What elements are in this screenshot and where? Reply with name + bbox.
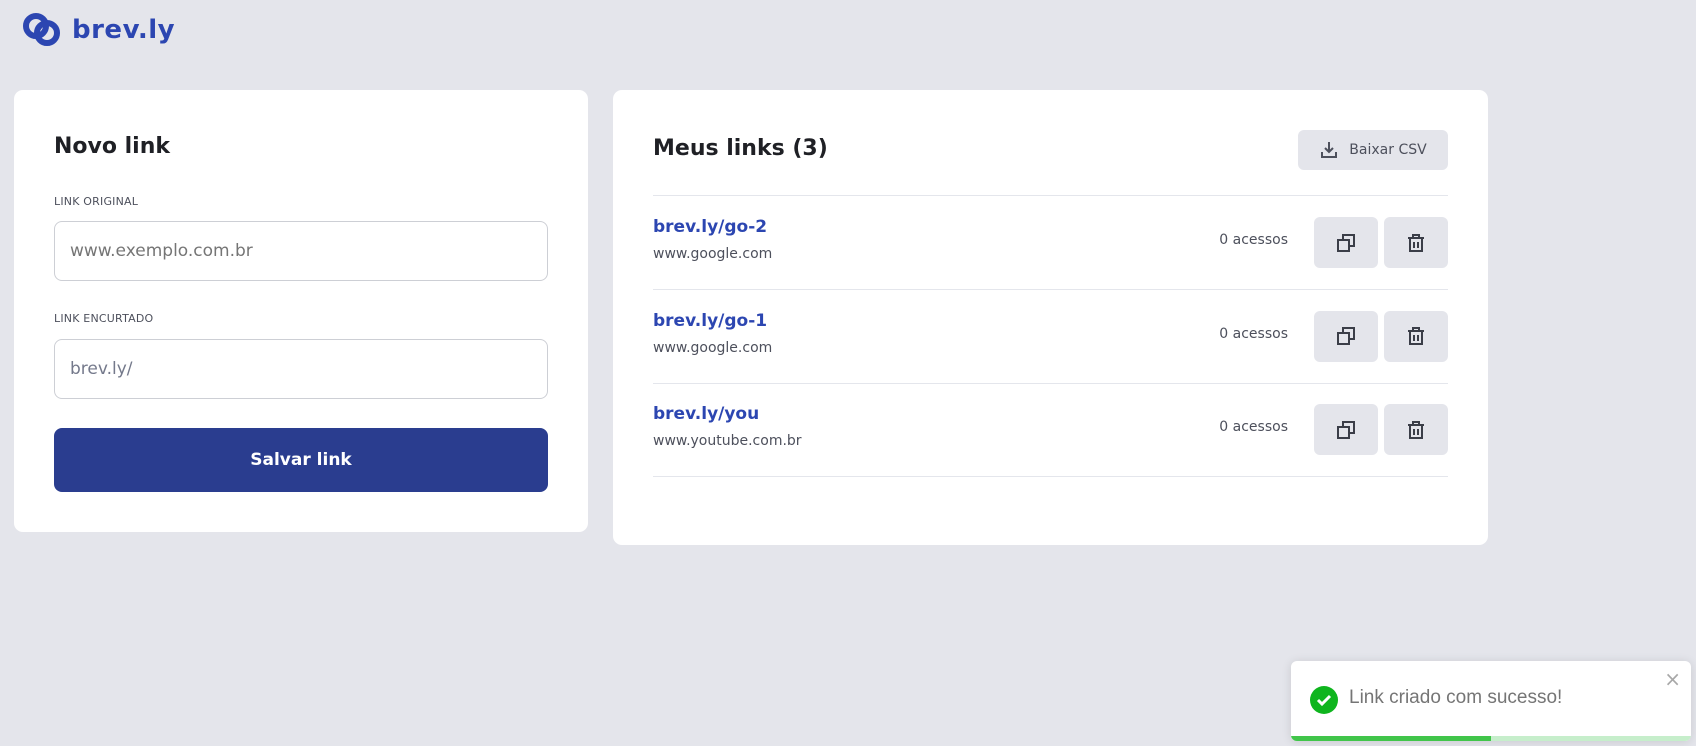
link-row: brev.ly/go-1 www.google.com 0 acessos bbox=[653, 290, 1448, 383]
brand-name: brev.ly bbox=[72, 15, 176, 45]
copy-button[interactable] bbox=[1314, 310, 1378, 362]
new-link-title: Novo link bbox=[54, 134, 171, 159]
success-toast: Link criado com sucesso! × bbox=[1291, 661, 1691, 741]
download-csv-label: Baixar CSV bbox=[1349, 142, 1427, 158]
trash-icon bbox=[1408, 327, 1424, 345]
trash-icon bbox=[1408, 233, 1424, 252]
divider bbox=[653, 476, 1448, 477]
access-count: 0 acessos bbox=[1219, 325, 1288, 342]
short-link-prefix: brev.ly/ bbox=[70, 359, 133, 379]
short-link[interactable]: brev.ly/go-1 bbox=[653, 311, 767, 331]
save-link-button[interactable]: Salvar link bbox=[54, 428, 548, 492]
check-circle-icon bbox=[1310, 686, 1338, 714]
copy-button[interactable] bbox=[1314, 404, 1378, 455]
short-link[interactable]: brev.ly/you bbox=[653, 404, 759, 424]
link-row: brev.ly/go-2 www.google.com 0 acessos bbox=[653, 196, 1448, 289]
download-icon bbox=[1321, 142, 1338, 158]
delete-button[interactable] bbox=[1384, 310, 1448, 362]
original-url: www.youtube.com.br bbox=[653, 433, 802, 449]
logo-icon bbox=[23, 13, 60, 46]
new-link-card: Novo link LINK ORIGINAL LINK ENCURTADO b… bbox=[14, 90, 588, 532]
original-url: www.google.com bbox=[653, 246, 773, 262]
access-count: 0 acessos bbox=[1219, 419, 1288, 435]
my-links-title: Meus links (3) bbox=[653, 136, 828, 161]
short-link-label: LINK ENCURTADO bbox=[54, 312, 154, 325]
copy-icon bbox=[1337, 420, 1355, 439]
short-link[interactable]: brev.ly/go-2 bbox=[653, 217, 767, 237]
short-link-input[interactable]: brev.ly/ bbox=[54, 339, 548, 399]
copy-button[interactable] bbox=[1314, 217, 1378, 268]
brand-logo[interactable]: brev.ly bbox=[22, 12, 175, 48]
original-link-input[interactable] bbox=[54, 221, 548, 281]
my-links-card: Meus links (3) Baixar CSV brev.ly/go-2 w… bbox=[613, 90, 1488, 545]
trash-icon bbox=[1408, 420, 1424, 439]
toast-progress-bar bbox=[1291, 736, 1691, 741]
toast-progress-fill bbox=[1291, 736, 1491, 741]
download-csv-button[interactable]: Baixar CSV bbox=[1298, 130, 1448, 170]
copy-icon bbox=[1337, 233, 1355, 252]
close-icon[interactable]: × bbox=[1664, 667, 1681, 691]
access-count: 0 acessos bbox=[1219, 232, 1288, 248]
delete-button[interactable] bbox=[1384, 404, 1448, 455]
copy-icon bbox=[1337, 327, 1355, 345]
original-url: www.google.com bbox=[653, 339, 773, 356]
link-row: brev.ly/you www.youtube.com.br 0 acessos bbox=[653, 383, 1448, 476]
toast-message: Link criado com sucesso! bbox=[1349, 687, 1563, 708]
delete-button[interactable] bbox=[1384, 217, 1448, 268]
original-link-label: LINK ORIGINAL bbox=[54, 195, 139, 208]
